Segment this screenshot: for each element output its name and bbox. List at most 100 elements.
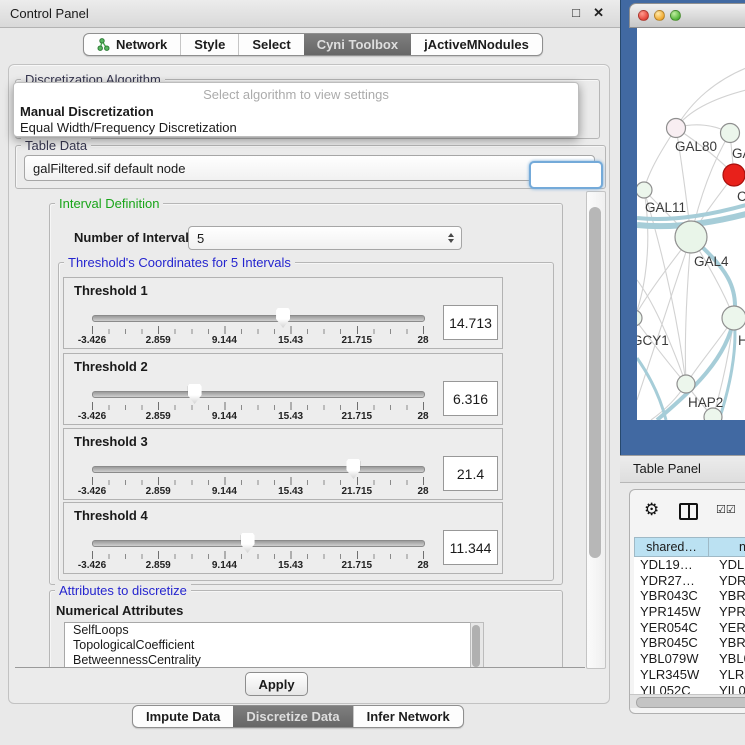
dropdown-prompt: Select algorithm to view settings xyxy=(14,87,578,102)
dropdown-option-manual[interactable]: Manual Discretization xyxy=(17,103,575,120)
tab-network-label: Network xyxy=(116,37,167,52)
table-row[interactable]: YBR043CYBR0 xyxy=(634,588,745,604)
numerical-attributes-label: Numerical Attributes xyxy=(56,603,183,618)
threshold-3-slider[interactable]: -3.426 2.859 9.144 15.43 21.715 28 xyxy=(92,466,423,492)
cyni-bottom-tabs: Impute Data Discretize Data Infer Networ… xyxy=(132,705,464,728)
network-window-titlebar[interactable] xyxy=(629,3,745,28)
table-horizontal-scrollbar[interactable] xyxy=(630,694,745,708)
list-scrollbar[interactable] xyxy=(470,622,484,668)
table-row[interactable]: YBR045CYBR0 xyxy=(634,635,745,651)
svg-text:GCY1: GCY1 xyxy=(637,333,669,348)
table-data-combobox[interactable]: galFiltered.sif default node xyxy=(24,155,595,181)
cyni-toolbox-panel: Discretization Algorithm Table Data galF… xyxy=(8,64,610,704)
table-row[interactable]: YIL052CYIL0 xyxy=(634,683,745,695)
number-of-intervals-label: Number of Intervals xyxy=(74,230,196,245)
list-item[interactable]: SelfLoops xyxy=(65,623,471,638)
interval-definition-title: Interval Definition xyxy=(55,196,163,211)
threshold-4-panel: Threshold 4 -3.426 2.859 9.144 15.43 21.… xyxy=(63,502,503,574)
table-row[interactable]: YBL079WYBL0 xyxy=(634,651,745,667)
slider-thumb[interactable] xyxy=(188,384,202,404)
network-canvas[interactable]: GAL80 GA C GAL11 GAL4 GCY1 H HAP2 xyxy=(637,28,745,420)
panel-title: Control Panel xyxy=(10,6,89,21)
threshold-4-slider[interactable]: -3.426 2.859 9.144 15.43 21.715 28 xyxy=(92,540,423,566)
tab-impute-data[interactable]: Impute Data xyxy=(133,706,233,727)
svg-text:HAP2: HAP2 xyxy=(688,395,723,410)
svg-text:GA: GA xyxy=(732,146,745,161)
slider-thumb[interactable] xyxy=(276,308,290,328)
network-window-frame: GAL80 GA C GAL11 GAL4 GCY1 H HAP2 xyxy=(620,0,745,455)
threshold-2-slider[interactable]: -3.426 2.859 9.144 15.43 21.715 28 xyxy=(92,391,423,417)
table-data-group: Table Data galFiltered.sif default node xyxy=(15,145,606,189)
slider-thumb[interactable] xyxy=(241,533,255,553)
list-item[interactable]: TopologicalCoefficient xyxy=(65,638,471,653)
settings-scroll-area: Interval Definition Number of Intervals … xyxy=(15,191,585,668)
interval-definition-group: Interval Definition Number of Intervals … xyxy=(49,203,563,585)
table-row[interactable]: YPR145WYPR1 xyxy=(634,604,745,620)
control-panel-tabs: Network Style Select Cyni Toolbox jActiv… xyxy=(83,33,543,56)
table-row[interactable]: YDL19…YDL1 xyxy=(634,557,745,573)
threshold-1-value-field[interactable]: 14.713 xyxy=(443,305,498,340)
node-gal80[interactable] xyxy=(667,119,686,138)
attributes-group-title: Attributes to discretize xyxy=(55,583,191,598)
tab-cyni-toolbox[interactable]: Cyni Toolbox xyxy=(304,34,411,55)
table-panel-titlebar: Table Panel xyxy=(620,455,745,483)
select-checkboxes-icon[interactable]: ☑☑ xyxy=(716,503,736,516)
threshold-2-value-field[interactable]: 6.316 xyxy=(443,381,498,416)
table-header-row: shared… n xyxy=(634,537,745,557)
tab-discretize-data[interactable]: Discretize Data xyxy=(233,706,352,727)
float-window-icon[interactable]: □ xyxy=(572,5,580,20)
tab-select[interactable]: Select xyxy=(238,34,303,55)
attributes-group: Attributes to discretize Numerical Attri… xyxy=(49,590,563,668)
tab-jactivemnodules[interactable]: jActiveMNodules xyxy=(411,34,542,55)
number-of-intervals-value: 5 xyxy=(197,231,204,246)
threshold-3-panel: Threshold 3 -3.426 2.859 9.144 15.43 21.… xyxy=(63,428,503,500)
threshold-3-value-field[interactable]: 21.4 xyxy=(443,456,498,491)
tab-infer-network[interactable]: Infer Network xyxy=(353,706,463,727)
scrollbar-thumb[interactable] xyxy=(636,697,745,708)
zoom-traffic-light-icon[interactable] xyxy=(670,10,681,21)
node-hap2[interactable] xyxy=(677,375,695,393)
table-data-value: galFiltered.sif default node xyxy=(33,161,185,176)
minimize-traffic-light-icon[interactable] xyxy=(654,10,665,21)
column-header-shared-name[interactable]: shared… xyxy=(634,537,709,557)
table-row[interactable]: YDR27…YDR2 xyxy=(634,573,745,589)
scrollbar-thumb[interactable] xyxy=(589,207,601,558)
tab-network[interactable]: Network xyxy=(84,34,180,55)
threshold-4-value-field[interactable]: 11.344 xyxy=(443,530,498,565)
number-of-intervals-combobox[interactable]: 5 xyxy=(188,226,462,250)
svg-text:GAL80: GAL80 xyxy=(675,139,717,154)
control-panel-titlebar: Control Panel □ ✕ xyxy=(0,0,620,28)
threshold-1-slider[interactable]: -3.426 2.859 9.144 15.43 21.715 28 xyxy=(92,315,423,341)
svg-text:GAL11: GAL11 xyxy=(645,200,686,215)
table-data-title: Table Data xyxy=(21,138,91,153)
table-toolbar: ⚙ ☑☑ xyxy=(630,498,745,528)
svg-text:C: C xyxy=(737,189,745,204)
apply-button[interactable]: Apply xyxy=(245,672,308,696)
column-header-name[interactable]: n xyxy=(709,537,745,557)
close-traffic-light-icon[interactable] xyxy=(638,10,649,21)
node-gal11[interactable] xyxy=(637,182,652,198)
table-row[interactable]: YER054CYER0 xyxy=(634,620,745,636)
numerical-attributes-list[interactable]: SelfLoops TopologicalCoefficient Between… xyxy=(64,622,472,668)
node-attribute-table: shared… n YDL19…YDL1 YDR27…YDR2 YBR043CY… xyxy=(634,537,745,694)
node-cut-top-right[interactable] xyxy=(721,124,740,143)
table-panel-body: ⚙ ☑☑ shared… n YDL19…YDL1 YDR27…YDR2 YBR… xyxy=(629,489,745,714)
table-row[interactable]: YLR345WYLR3 xyxy=(634,667,745,683)
node-gal4[interactable] xyxy=(675,221,707,253)
node-h[interactable] xyxy=(722,306,745,330)
node-gcy1[interactable] xyxy=(637,310,642,326)
dropdown-option-equal-width[interactable]: Equal Width/Frequency Discretization xyxy=(17,119,575,136)
svg-text:H: H xyxy=(738,333,745,348)
slider-thumb[interactable] xyxy=(346,459,360,479)
node-selected-red[interactable] xyxy=(723,164,745,186)
columns-icon[interactable] xyxy=(679,503,698,520)
thresholds-group: Threshold's Coordinates for 5 Intervals … xyxy=(58,262,554,581)
threshold-1-panel: Threshold 1 -3.426 2.859 9.144 15.43 21.… xyxy=(63,277,503,349)
tab-style[interactable]: Style xyxy=(180,34,238,55)
algorithm-combobox[interactable] xyxy=(529,161,603,189)
close-icon[interactable]: ✕ xyxy=(593,5,604,21)
list-item[interactable]: BetweennessCentrality xyxy=(65,653,471,668)
settings-scrollbar[interactable] xyxy=(586,191,606,669)
threshold-2-panel: Threshold 2 -3.426 2.859 9.144 15.43 21.… xyxy=(63,353,503,425)
gear-icon[interactable]: ⚙ xyxy=(644,500,659,520)
